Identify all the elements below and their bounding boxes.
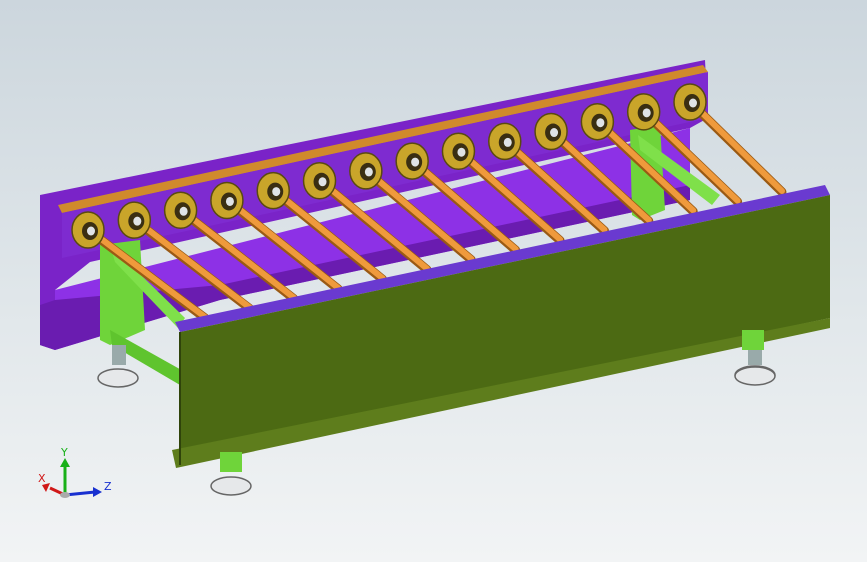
conveyor-model[interactable] (0, 0, 867, 562)
axis-triad: Y Z X (38, 446, 112, 498)
x-axis-label: X (38, 472, 46, 485)
y-axis-label: Y (60, 446, 68, 459)
cad-viewport[interactable]: Y Z X (0, 0, 867, 562)
z-axis-label: Z (104, 480, 112, 493)
